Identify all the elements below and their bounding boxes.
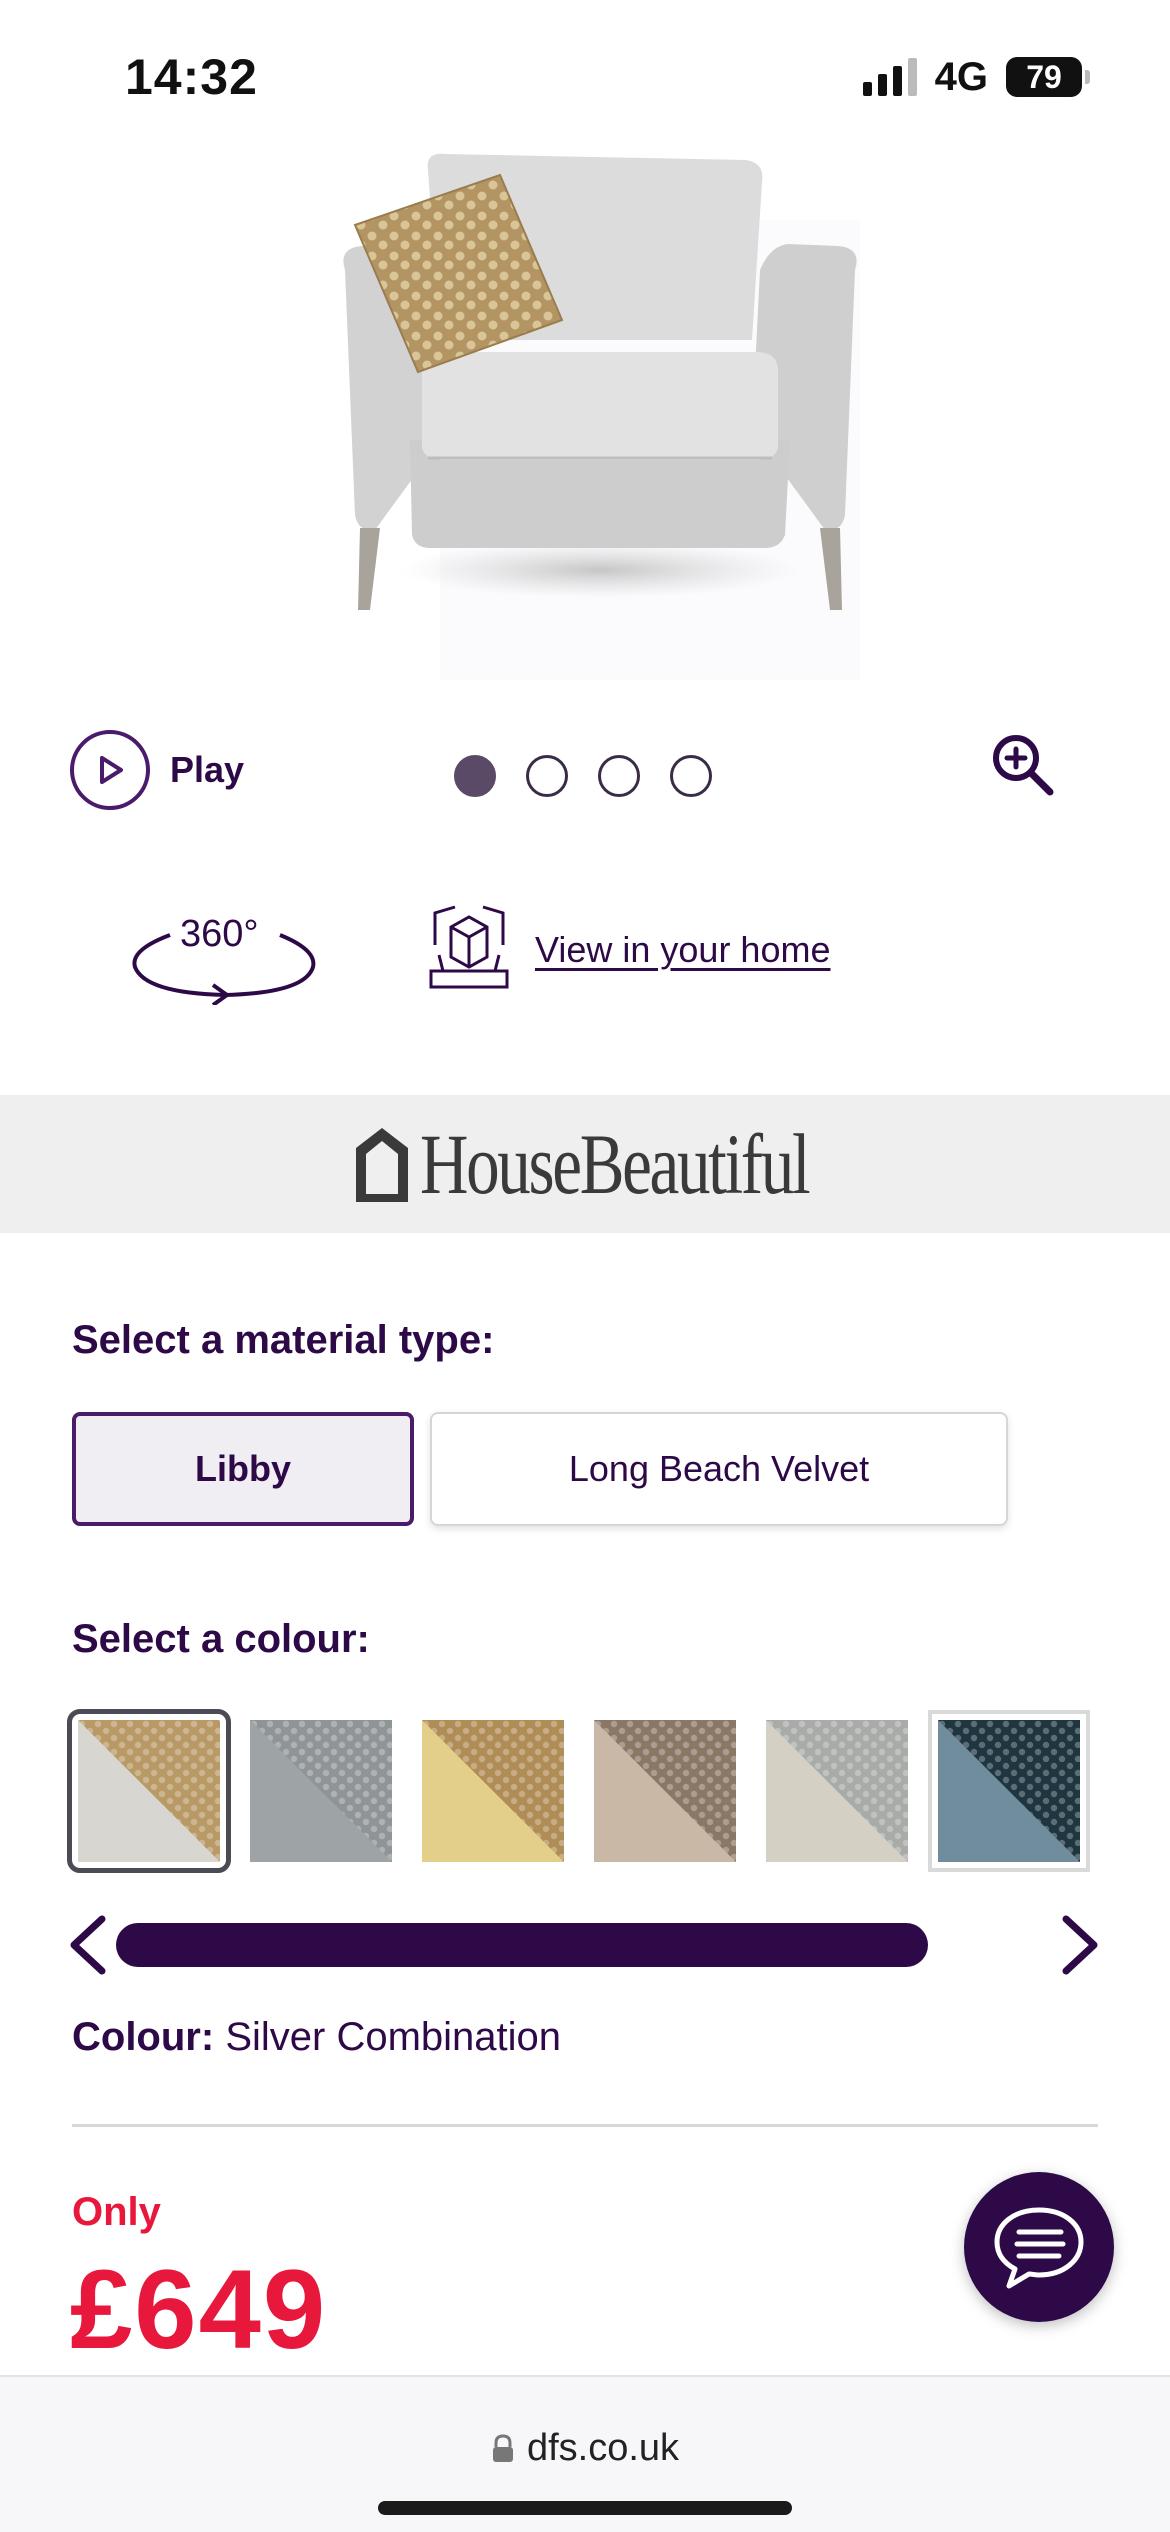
ar-box-icon — [429, 905, 509, 989]
material-heading: Select a material type: — [72, 1318, 495, 1362]
browser-address-bar: dfs.co.uk — [0, 2375, 1170, 2532]
view-360-label: 360° — [180, 913, 259, 955]
material-option-long-beach-velvet[interactable]: Long Beach Velvet — [430, 1412, 1008, 1526]
colour-value: Silver Combination — [225, 2015, 562, 2059]
view-360-button[interactable]: 360° — [125, 905, 320, 1007]
colour-swatch-mink[interactable] — [594, 1720, 736, 1862]
divider — [72, 2124, 1098, 2127]
carousel-dot-2[interactable] — [526, 755, 568, 797]
signal-icon — [862, 58, 917, 96]
zoom-in-icon[interactable] — [988, 730, 1058, 800]
play-video-button[interactable]: Play — [70, 730, 244, 810]
view-in-your-home-link[interactable]: View in your home — [535, 929, 831, 971]
colour-swatch-natural[interactable] — [766, 1720, 908, 1862]
material-option-libby[interactable]: Libby — [72, 1412, 414, 1526]
network-type: 4G — [934, 54, 988, 99]
colour-label: Colour: — [72, 2015, 215, 2059]
chat-button[interactable] — [964, 2172, 1114, 2322]
url-text: dfs.co.uk — [526, 2427, 680, 2469]
carousel-dot-4[interactable] — [670, 755, 712, 797]
view-in-your-home-button[interactable]: View in your home — [425, 905, 831, 995]
product-image-armchair[interactable] — [300, 130, 900, 690]
url-field[interactable]: dfs.co.uk — [0, 2427, 1170, 2470]
selected-colour-text: Colour: Silver Combination — [72, 2015, 561, 2060]
swatch-scrollbar[interactable] — [116, 1923, 928, 1967]
status-time: 14:32 — [125, 49, 258, 105]
chat-bubble-icon — [994, 2207, 1084, 2289]
play-icon — [70, 730, 150, 810]
play-label: Play — [170, 749, 245, 790]
colour-swatch-silver-combination[interactable] — [67, 1709, 231, 1873]
battery-level: 79 — [1006, 57, 1082, 97]
house-beautiful-banner: HouseBeautiful — [0, 1095, 1170, 1233]
chevron-right-icon[interactable] — [1058, 1915, 1102, 1975]
colour-swatch-teal-combination[interactable] — [928, 1710, 1090, 1872]
status-indicators: 4G 79 — [862, 52, 1090, 102]
colour-heading: Select a colour: — [72, 1617, 370, 1661]
price-amount: £649 — [70, 2247, 328, 2372]
colour-swatch-gold-combination[interactable] — [422, 1720, 564, 1862]
house-logo-icon — [356, 1128, 409, 1202]
lock-icon — [492, 2433, 513, 2462]
chevron-left-icon[interactable] — [66, 1915, 110, 1975]
house-beautiful-logo-text: HouseBeautiful — [420, 1116, 811, 1212]
image-carousel-dots — [454, 755, 712, 797]
colour-swatch-grey-pattern[interactable] — [250, 1720, 392, 1862]
carousel-dot-3[interactable] — [598, 755, 640, 797]
carousel-dot-1[interactable] — [454, 755, 496, 797]
price-prefix: Only — [72, 2190, 161, 2234]
home-indicator[interactable] — [378, 2501, 792, 2515]
battery-icon: 79 — [1006, 57, 1090, 97]
